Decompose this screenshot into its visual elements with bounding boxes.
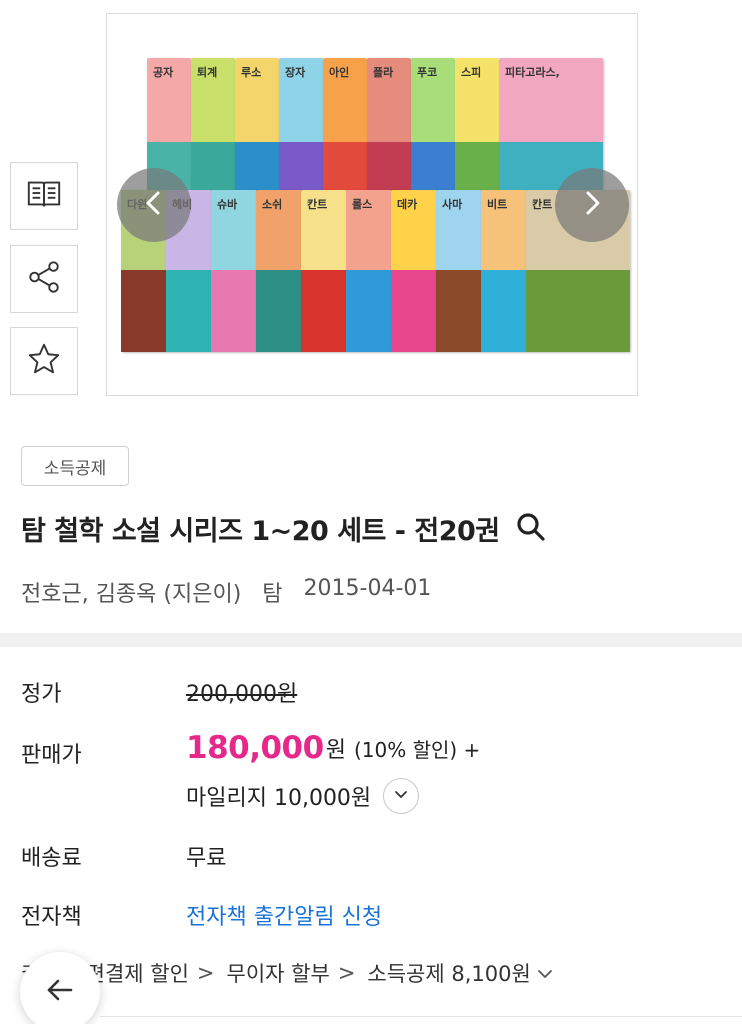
book-cover: 푸코: [411, 58, 455, 208]
chevron-left-icon: [137, 186, 171, 224]
sale-discount-text: (10% 할인) +: [353, 737, 481, 762]
book-title: 루소: [241, 66, 262, 79]
back-button[interactable]: [20, 952, 100, 1024]
book-cover: 장자: [279, 58, 323, 208]
book-title: 칸트: [307, 198, 328, 211]
benefits-row: 카드·간편결제 할인 > 무이자 할부 > 소득공제 8,100원: [21, 958, 555, 988]
carousel-prev-button[interactable]: [117, 168, 191, 242]
book-title: 스피: [461, 66, 482, 79]
book-cover: 루소: [235, 58, 279, 208]
chevron-right-icon: [575, 186, 609, 224]
chevron-right-icon: >: [337, 961, 356, 985]
search-icon[interactable]: [514, 510, 548, 548]
book-title: 아인: [329, 66, 350, 79]
ebook-label: 전자책: [21, 905, 82, 930]
book-title: 소쉬: [262, 198, 283, 211]
book-cover: 퇴계: [191, 58, 235, 208]
book-title: 장자: [285, 66, 306, 79]
mileage-row: 마일리지 10,000원: [186, 778, 420, 814]
book-title: 칸트: [532, 198, 553, 211]
favorite-button[interactable]: [10, 327, 78, 395]
share-icon: [25, 258, 63, 300]
income-deduction-badge: 소득공제: [21, 446, 129, 486]
product-meta: 전호근, 김종옥 (지은이) 탐 2015-04-01: [21, 576, 431, 608]
book-cover: 비트: [481, 190, 527, 352]
ebook-row: 전자책 출간알림 신청: [186, 899, 382, 931]
book-cover: 아인: [323, 58, 367, 208]
book-title: 플라: [373, 66, 394, 79]
book-title: 롤스: [352, 198, 373, 211]
shipping-value-text: 무료: [186, 846, 227, 871]
star-icon: [25, 340, 63, 382]
book-cover: 슈바: [211, 190, 257, 352]
book-open-icon: [25, 175, 63, 217]
book-cover: 칸트: [301, 190, 347, 352]
book-title: 슈바: [217, 198, 238, 211]
book-title: 퇴계: [197, 66, 218, 79]
book-title: 사마: [442, 198, 463, 211]
book-cover: 롤스: [346, 190, 392, 352]
installment-link[interactable]: 무이자 할부: [227, 958, 330, 988]
list-price-label: 정가: [21, 682, 62, 707]
shipping-label: 배송료: [21, 846, 82, 871]
income-deduction-link[interactable]: 소득공제 8,100원: [367, 958, 530, 988]
list-price-value: 200,000원: [186, 676, 297, 708]
chevron-right-icon: >: [196, 961, 215, 985]
mileage-text: 마일리지 10,000원: [186, 786, 372, 811]
product-image[interactable]: 공자퇴계루소장자아인플라푸코스피피타고라스,다윈헤비슈바소쉬칸트롤스데카사마비트…: [106, 13, 638, 396]
book-title: 푸코: [417, 66, 438, 79]
chevron-down-icon[interactable]: [535, 961, 555, 985]
book-title: 비트: [487, 198, 508, 211]
bottom-divider: [100, 1016, 742, 1017]
book-cover: 사마: [436, 190, 482, 352]
mileage-expand-button[interactable]: [383, 778, 420, 814]
sale-price-amount: 180,000: [186, 730, 324, 766]
authors-link[interactable]: 전호근, 김종옥 (지은이): [21, 576, 241, 608]
preview-button[interactable]: [10, 162, 78, 230]
share-button[interactable]: [10, 245, 78, 313]
ebook-notify-link[interactable]: 전자책 출간알림 신청: [186, 899, 382, 931]
sale-price-label: 판매가: [21, 743, 82, 768]
carousel-next-button[interactable]: [555, 168, 629, 242]
book-cover: 스피: [455, 58, 499, 208]
book-title: 데카: [397, 198, 418, 211]
chevron-down-icon: [392, 784, 410, 809]
publisher-link[interactable]: 탐: [262, 576, 282, 608]
book-cover: 소쉬: [256, 190, 302, 352]
book-title: 피타고라스,: [505, 66, 560, 79]
book-title: 공자: [153, 66, 174, 79]
shipping-value: 무료: [186, 840, 226, 872]
arrow-left-icon: [43, 973, 77, 1011]
sale-price-unit: 원: [325, 738, 346, 763]
section-divider: [0, 633, 742, 647]
book-cover: 데카: [391, 190, 437, 352]
product-title: 탐 철학 소설 시리즈 1~20 세트 - 전20권: [21, 516, 500, 547]
list-price-amount: 200,000원: [186, 682, 298, 707]
sale-price-row: 180,000 원 (10% 할인) +: [186, 730, 480, 766]
book-cover: 플라: [367, 58, 411, 208]
pub-date: 2015-04-01: [303, 576, 432, 601]
